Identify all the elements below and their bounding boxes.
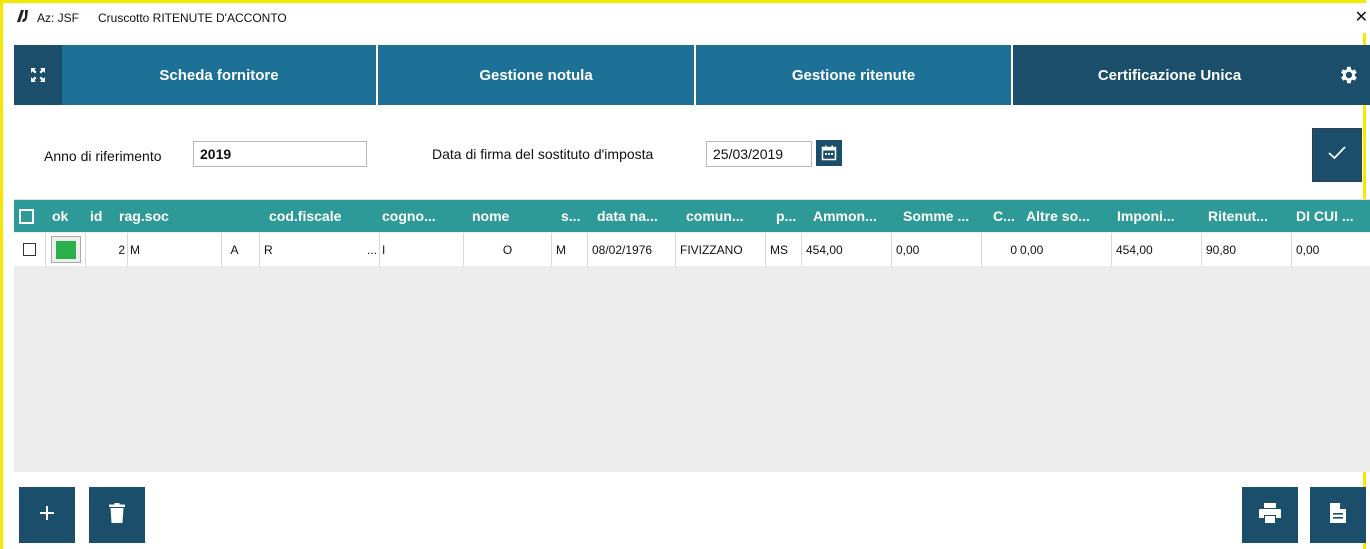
row-checkbox[interactable] [14, 233, 46, 266]
main-navigation: Scheda fornitore Gestione notula Gestion… [14, 45, 1370, 105]
tab-certificazione-unica[interactable]: Certificazione Unica [1013, 45, 1326, 105]
cell-ritenuta: 90,80 [1202, 233, 1292, 266]
app-logo-icon [15, 9, 33, 26]
title-bar: Az: JSF Cruscotto RITENUTE D'ACCONTO ✕ [3, 3, 1370, 33]
column-header[interactable]: Ammon... [813, 200, 899, 232]
document-button[interactable] [1310, 487, 1366, 543]
checkmark-icon [1328, 145, 1346, 165]
confirm-button[interactable] [1312, 128, 1362, 182]
gear-icon[interactable] [1326, 45, 1370, 105]
column-header[interactable]: comun... [686, 200, 770, 232]
select-all-checkbox[interactable] [19, 200, 39, 232]
column-header[interactable]: p... [776, 200, 806, 232]
column-header[interactable]: id [90, 200, 120, 232]
cell-c: 0 [1010, 242, 1017, 257]
print-button[interactable] [1242, 487, 1298, 543]
column-header[interactable]: cod.fiscale [269, 200, 379, 232]
column-header[interactable]: rag.soc [119, 200, 249, 232]
cell-id: 2 [86, 233, 128, 266]
anno-label: Anno di riferimento [44, 148, 162, 164]
ok-status[interactable] [46, 233, 86, 266]
cell-imponibile: 454,00 [1112, 233, 1202, 266]
calendar-icon[interactable] [816, 140, 842, 166]
column-header[interactable]: cogno... [382, 200, 464, 232]
delete-button[interactable] [89, 487, 145, 543]
column-header[interactable]: Ritenut... [1208, 200, 1288, 232]
cell-somme: 0,00 [892, 233, 982, 266]
tab-gestione-notula[interactable]: Gestione notula [378, 45, 694, 105]
plus-icon [39, 505, 55, 526]
tab-gestione-ritenute[interactable]: Gestione ritenute [696, 45, 1011, 105]
data-firma-input[interactable]: 25/03/2019 [706, 141, 812, 167]
grid-header: ok id rag.soc cod.fiscale cogno... nome … [14, 200, 1370, 232]
tab-scheda-fornitore[interactable]: Scheda fornitore [62, 45, 376, 105]
column-header[interactable]: Altre so... [1026, 200, 1114, 232]
cell-di-cui: 0,00 [1296, 242, 1320, 257]
column-header[interactable]: ok [52, 200, 80, 232]
cell-cognome: I [380, 233, 464, 266]
expand-icon[interactable] [14, 45, 62, 105]
cell-rag-soc-end: A [210, 233, 260, 266]
cell-provincia: MS [766, 233, 802, 266]
cell-comune: FIVIZZANO [676, 233, 766, 266]
company-label: Az: JSF [37, 11, 80, 25]
anno-input[interactable]: 2019 [193, 141, 367, 167]
cell-data-nascita: 08/02/1976 [588, 233, 676, 266]
cell-cod-fiscale-end: ... [350, 233, 380, 266]
column-header[interactable]: C... [993, 200, 1023, 232]
trash-icon [109, 502, 125, 528]
cell-altre-somme: 0,00 [1018, 233, 1112, 266]
table-row[interactable]: 2 M A R ... I O M 08/02/1976 FIVIZZANO M… [14, 233, 1370, 266]
column-header[interactable]: DI CUI ... [1296, 200, 1370, 232]
printer-icon [1259, 502, 1281, 528]
cell-ammontare: 454,00 [802, 233, 892, 266]
column-header[interactable]: nome [472, 200, 552, 232]
column-header[interactable]: Imponi... [1117, 200, 1197, 232]
cell-rag-soc: M [128, 233, 222, 266]
column-header[interactable]: s... [561, 200, 591, 232]
cell-nome: O [464, 233, 552, 266]
data-grid: ok id rag.soc cod.fiscale cogno... nome … [14, 199, 1370, 472]
cell-sesso: M [552, 233, 588, 266]
document-icon [1330, 502, 1346, 528]
cell-cod-fiscale: R [264, 242, 273, 257]
add-button[interactable] [19, 487, 75, 543]
data-firma-label: Data di firma del sostituto d'imposta [432, 146, 654, 162]
close-icon[interactable]: ✕ [1355, 7, 1368, 27]
column-header[interactable]: Somme ... [903, 200, 993, 232]
window-title: Cruscotto RITENUTE D'ACCONTO [98, 11, 287, 25]
column-header[interactable]: data na... [597, 200, 681, 232]
